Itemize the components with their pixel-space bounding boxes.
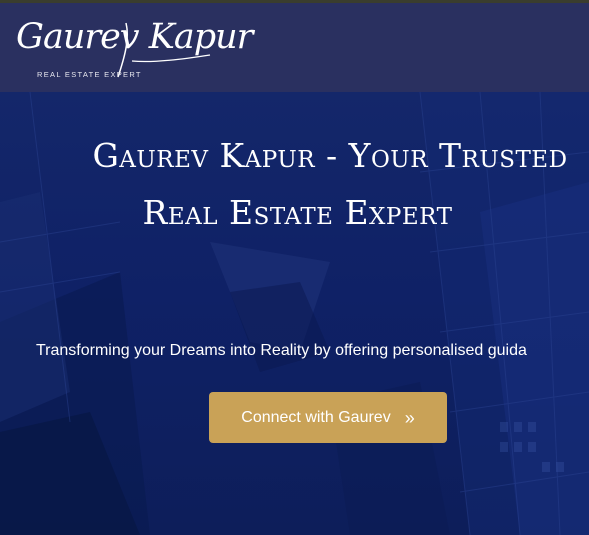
connect-button-label: Connect with Gaurev [241, 408, 391, 426]
page: Gaurev Kapur REAL ESTATE EXPERT Gaurev K… [0, 0, 589, 535]
site-header: Gaurev Kapur REAL ESTATE EXPERT [0, 3, 589, 92]
logo-subtitle: REAL ESTATE EXPERT [37, 70, 142, 79]
hero-title-line-2: Real Estate Expert [142, 193, 453, 232]
connect-button[interactable]: Connect with Gaurev » [209, 392, 447, 443]
hero-title: Gaurev Kapur - Your Trusted Real Estate … [20, 127, 589, 241]
hero-subtitle: Transforming your Dreams into Reality by… [36, 342, 527, 359]
logo[interactable]: Gaurev Kapur REAL ESTATE EXPERT [14, 17, 253, 83]
double-chevron-right-icon: » [404, 407, 415, 428]
hero-section: Gaurev Kapur - Your Trusted Real Estate … [0, 92, 589, 535]
hero-title-line-1: Gaurev Kapur - Your Trusted [92, 136, 568, 175]
